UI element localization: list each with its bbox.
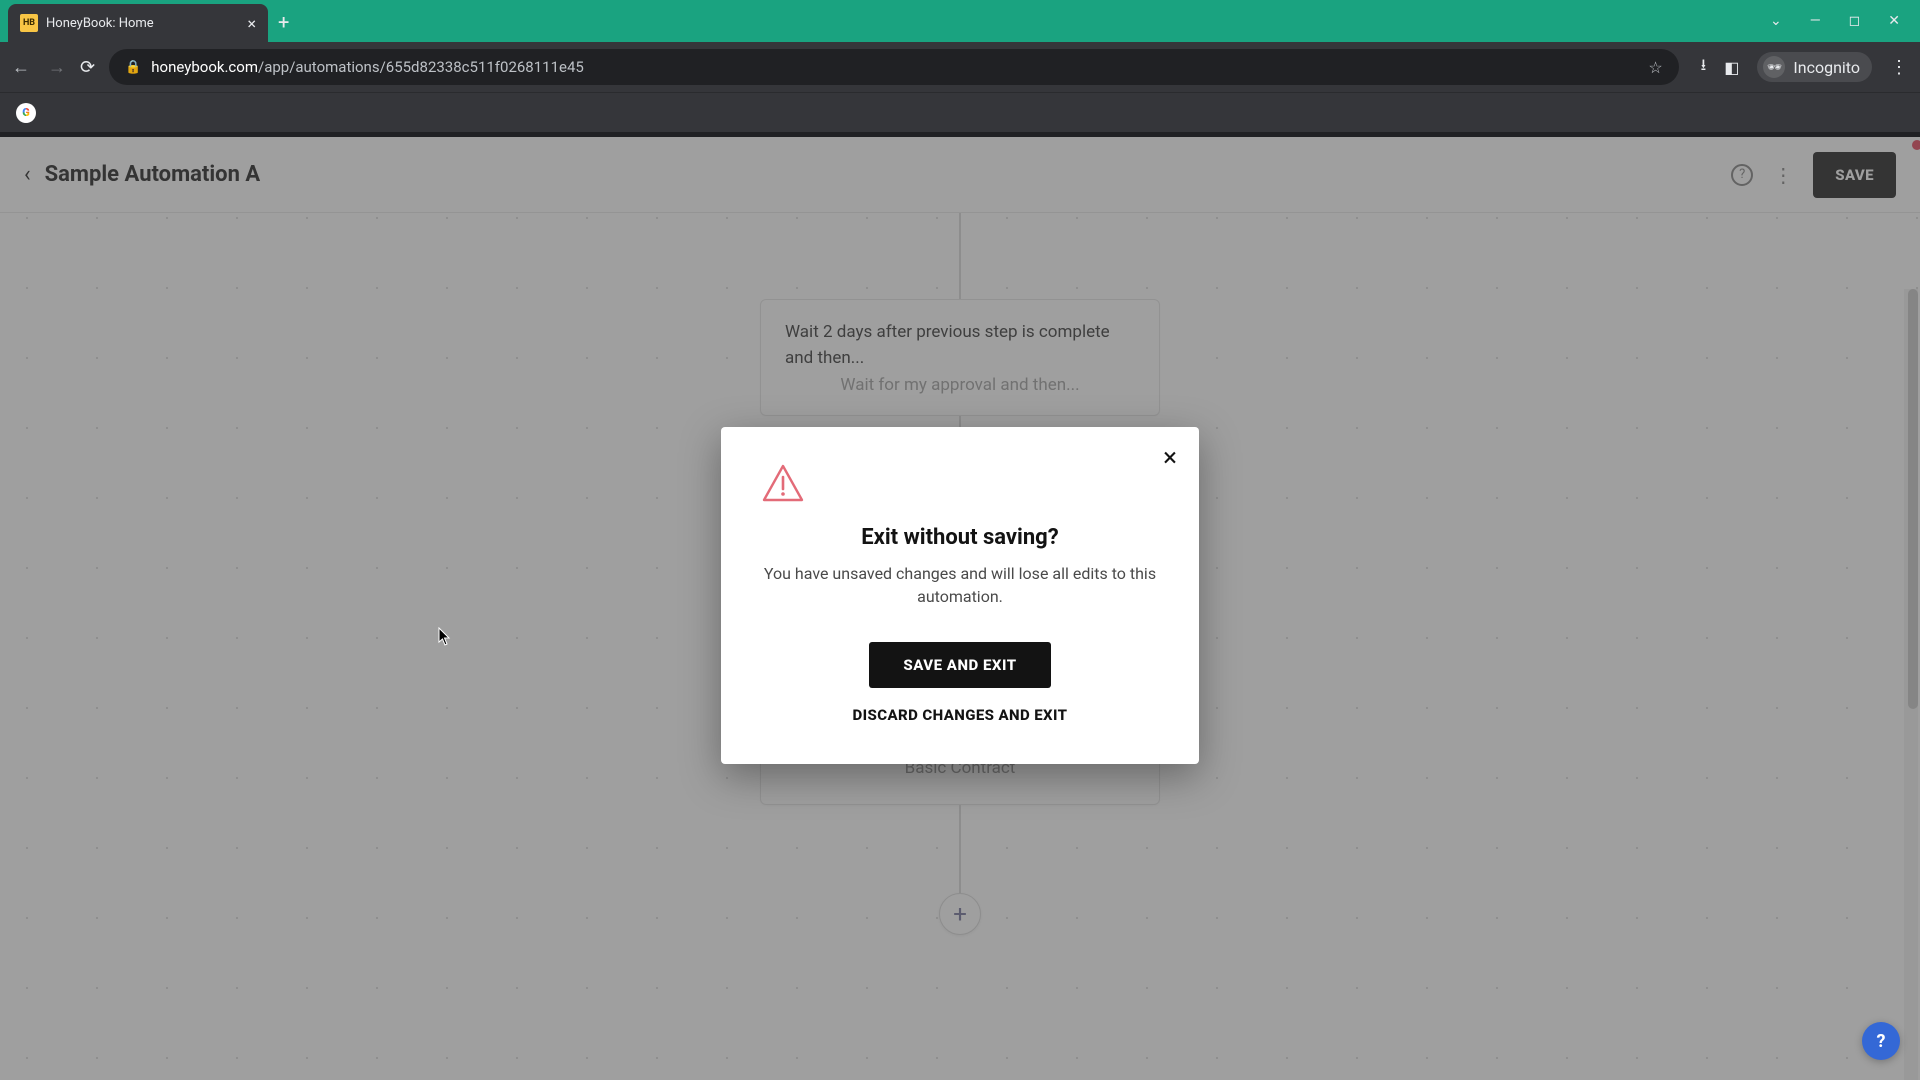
tab-title: HoneyBook: Home [46,16,239,31]
nav-back-icon[interactable]: ← [12,57,30,78]
exit-confirm-modal: × Exit without saving? You have unsaved … [721,427,1199,764]
bookmark-star-icon[interactable]: ☆ [1648,58,1662,77]
nav-arrows: ← → [12,57,66,78]
browser-toolbar: ← → ⟳ 🔒 honeybook.com/app/automations/65… [0,42,1920,92]
window-controls: ⌄ ― ◻ ✕ [1770,0,1920,42]
tab-strip: HB HoneyBook: Home × + ⌄ ― ◻ ✕ [0,0,1920,42]
modal-body-text: You have unsaved changes and will lose a… [761,562,1159,608]
app-viewport: ‹ Sample Automation A ? ⋮ SAVE Wait 2 da… [0,137,1920,1080]
url-text: honeybook.com/app/automations/655d82338c… [151,58,584,76]
bookmarks-bar: G [0,92,1920,132]
lock-icon: 🔒 [125,60,141,75]
modal-close-button[interactable]: × [1163,445,1177,471]
toolbar-right: ⭳ ◧ 🕶 Incognito ⋮ [1701,52,1908,82]
browser-chrome: HB HoneyBook: Home × + ⌄ ― ◻ ✕ ← → ⟳ 🔒 h… [0,0,1920,137]
window-minimize-icon[interactable]: ― [1810,13,1821,29]
incognito-icon: 🕶 [1763,56,1785,78]
nav-forward-icon[interactable]: → [48,57,66,78]
window-close-icon[interactable]: ✕ [1888,13,1900,29]
google-bookmark-icon[interactable]: G [16,103,36,123]
url-domain: honeybook.com [151,58,258,76]
tab-favicon: HB [20,14,38,32]
warning-triangle-icon [761,463,805,503]
reload-icon[interactable]: ⟳ [80,57,95,78]
help-fab[interactable]: ? [1862,1022,1900,1060]
tab-search-icon[interactable]: ⌄ [1770,13,1782,29]
sidepanel-icon[interactable]: ◧ [1724,58,1739,77]
browser-tab[interactable]: HB HoneyBook: Home × [8,4,268,42]
new-tab-button[interactable]: + [278,10,289,34]
incognito-chip[interactable]: 🕶 Incognito [1757,52,1872,82]
url-path: /app/automations/655d82338c511f0268111e4… [258,58,584,76]
tab-close-icon[interactable]: × [247,14,256,33]
window-maximize-icon[interactable]: ◻ [1849,13,1861,29]
incognito-label: Incognito [1793,58,1860,77]
omnibox[interactable]: 🔒 honeybook.com/app/automations/655d8233… [109,49,1679,85]
modal-title: Exit without saving? [761,525,1159,550]
browser-menu-icon[interactable]: ⋮ [1890,57,1908,78]
save-and-exit-button[interactable]: SAVE AND EXIT [869,642,1050,688]
discard-and-exit-button[interactable]: DISCARD CHANGES AND EXIT [853,706,1068,724]
downloads-icon[interactable]: ⭳ [1701,54,1707,81]
